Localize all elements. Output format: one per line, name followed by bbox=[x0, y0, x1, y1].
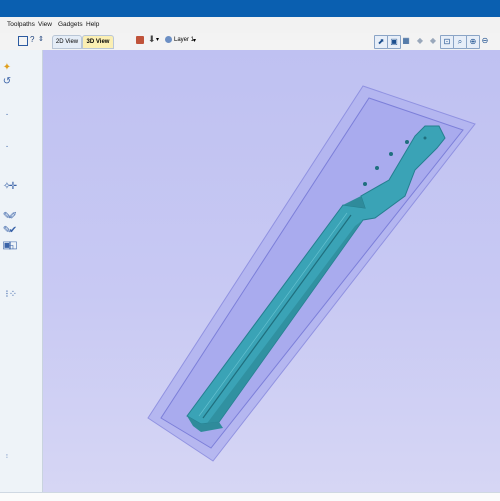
wand-icon[interactable]: · bbox=[0, 140, 14, 154]
material-icon[interactable]: ⬇ bbox=[148, 34, 156, 45]
zoom-in-icon[interactable]: ⊕ bbox=[466, 35, 480, 49]
tool-panel: ✦ ↺ · · ✧ ✛ ✎ ✐ ✎ ✔ ▣ ◱ ⁝ ⁘ ⁝ bbox=[0, 50, 43, 492]
lamp-icon[interactable]: ✦ bbox=[0, 61, 14, 75]
tab-3d-view[interactable]: 3D View bbox=[82, 35, 114, 49]
edit-icon[interactable]: ✔ bbox=[6, 224, 20, 238]
snap-icon[interactable]: ✛ bbox=[6, 180, 20, 194]
rotate-icon[interactable]: ↺ bbox=[0, 75, 14, 89]
window-icon[interactable] bbox=[18, 36, 28, 46]
zoom-out-icon[interactable]: ⊖ bbox=[479, 35, 491, 47]
layer-selector[interactable]: Layer 1 bbox=[174, 37, 194, 43]
zoom-icon[interactable]: ⌕ bbox=[453, 35, 467, 49]
tuner-hole-2 bbox=[389, 152, 393, 156]
weld-icon[interactable]: ◱ bbox=[6, 239, 20, 253]
menu-help[interactable]: Help bbox=[86, 21, 99, 28]
tuner-hole-1 bbox=[405, 140, 409, 144]
layer-icon[interactable] bbox=[165, 36, 172, 43]
title-bar bbox=[0, 0, 500, 17]
grid-icon[interactable]: ▦ bbox=[400, 35, 412, 47]
layer-dropdown-icon[interactable]: ▾ bbox=[193, 37, 196, 44]
book-icon[interactable] bbox=[136, 36, 144, 44]
copy-array-icon[interactable]: ⁘ bbox=[6, 288, 20, 302]
pin-icon[interactable]: ⇕ bbox=[38, 35, 44, 43]
headstock-pin bbox=[423, 136, 427, 140]
view-3d-icon[interactable]: ⬈ bbox=[374, 35, 388, 49]
menu-gadgets[interactable]: Gadgets bbox=[58, 21, 83, 28]
panel-marker-icon: ⁝ bbox=[6, 454, 8, 460]
view-top-icon[interactable]: ▣ bbox=[387, 35, 401, 49]
tuner-hole-3 bbox=[375, 166, 379, 170]
view-toolbar: ? ⇕ 2D View 3D View ⬇ ▾ Layer 1 ▾ ⬈ ▣ ▦ … bbox=[0, 33, 500, 51]
arrow-left-icon[interactable]: ◆ bbox=[414, 35, 426, 47]
brush-icon[interactable]: ✐ bbox=[6, 210, 20, 224]
menu-view[interactable]: View bbox=[38, 21, 52, 28]
3d-viewport[interactable] bbox=[43, 50, 500, 492]
dropdown-icon[interactable]: ▾ bbox=[156, 36, 159, 43]
menu-toolpaths[interactable]: Toolpaths bbox=[7, 21, 35, 28]
model-canvas[interactable] bbox=[43, 50, 500, 492]
help-icon[interactable]: ? bbox=[30, 35, 34, 44]
tab-2d-view[interactable]: 2D View bbox=[52, 35, 82, 49]
menu-bar: Toolpaths View Gadgets Help bbox=[0, 17, 500, 33]
arrow-right-icon[interactable]: ◆ bbox=[427, 35, 439, 47]
zoom-fit-icon[interactable]: ⊡ bbox=[440, 35, 454, 49]
tuner-hole-4 bbox=[363, 182, 367, 186]
node-icon[interactable]: · bbox=[0, 108, 14, 122]
